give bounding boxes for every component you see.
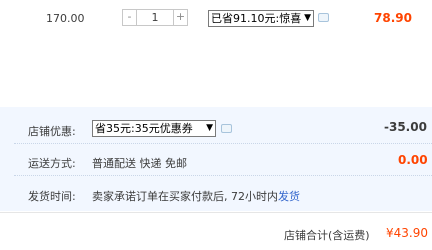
shipping-label: 运送方式: bbox=[28, 157, 76, 170]
coupon-select[interactable]: 省35元:35元优惠券 ▼ bbox=[92, 120, 216, 137]
item-discount-value: 已省91.10元:惊喜 bbox=[211, 12, 302, 25]
order-item-row: 170.00 - 1 + 已省91.10元:惊喜 ▼ 78.90 bbox=[0, 0, 432, 38]
divider bbox=[14, 143, 432, 144]
message-icon[interactable] bbox=[221, 124, 232, 133]
delivery-promise: 卖家承诺订单在买家付款后, 72小时内 bbox=[92, 190, 278, 203]
shop-discount-amount: -35.00 bbox=[384, 120, 427, 134]
shop-discount-label: 店铺优惠: bbox=[28, 125, 76, 138]
quantity-stepper: - 1 + bbox=[122, 9, 188, 26]
shop-summary-panel: 店铺优惠: 省35元:35元优惠券 ▼ -35.00 运送方式: 普通配送 快递… bbox=[0, 107, 432, 211]
dropdown-arrow-icon: ▼ bbox=[206, 123, 213, 133]
delivery-label: 发货时间: bbox=[28, 190, 76, 203]
increment-button[interactable]: + bbox=[173, 9, 188, 26]
item-subtotal: 78.90 bbox=[374, 11, 412, 25]
shipping-fee: 0.00 bbox=[398, 153, 428, 167]
divider bbox=[14, 175, 432, 176]
delivery-text: 卖家承诺订单在买家付款后, 72小时内发货 bbox=[92, 188, 300, 204]
delivery-link[interactable]: 发货 bbox=[278, 190, 300, 203]
message-icon[interactable] bbox=[318, 13, 329, 22]
quantity-input[interactable]: 1 bbox=[137, 9, 173, 26]
shop-total-bar: 店铺合计(含运费) ¥43.90 bbox=[0, 212, 432, 250]
shop-total-label: 店铺合计(含运费) bbox=[284, 229, 370, 242]
item-discount-select[interactable]: 已省91.10元:惊喜 ▼ bbox=[208, 10, 314, 27]
dropdown-arrow-icon: ▼ bbox=[304, 13, 311, 23]
decrement-button[interactable]: - bbox=[122, 9, 137, 26]
coupon-value: 省35元:35元优惠券 bbox=[95, 122, 193, 135]
shipping-method: 普通配送 快递 免邮 bbox=[92, 157, 187, 170]
shop-total-amount: ¥43.90 bbox=[386, 226, 428, 240]
unit-price: 170.00 bbox=[46, 12, 85, 25]
